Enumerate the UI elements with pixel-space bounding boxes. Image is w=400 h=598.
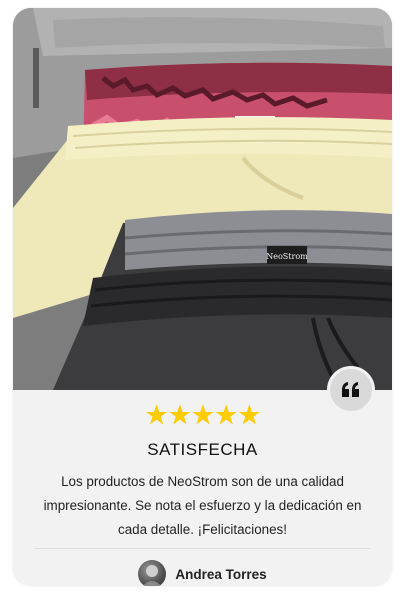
author-row: Andrea Torres — [13, 556, 392, 586]
stars-text: ★★★★★ — [144, 400, 261, 430]
testimonial-card: NeoStrom NeoStrom ★★★★★ — [13, 8, 392, 586]
quote-icon — [342, 382, 359, 397]
author-name: Andrea Torres — [175, 566, 267, 582]
svg-text:NeoStrom: NeoStrom — [266, 252, 308, 261]
review-title: SATISFECHA — [147, 440, 258, 459]
divider — [35, 548, 370, 549]
review-text: Los productos de NeoStrom son de una cal… — [43, 474, 362, 537]
product-photo: NeoStrom NeoStrom — [13, 8, 392, 390]
star-rating: ★★★★★ — [13, 400, 392, 430]
avatar — [138, 560, 167, 586]
